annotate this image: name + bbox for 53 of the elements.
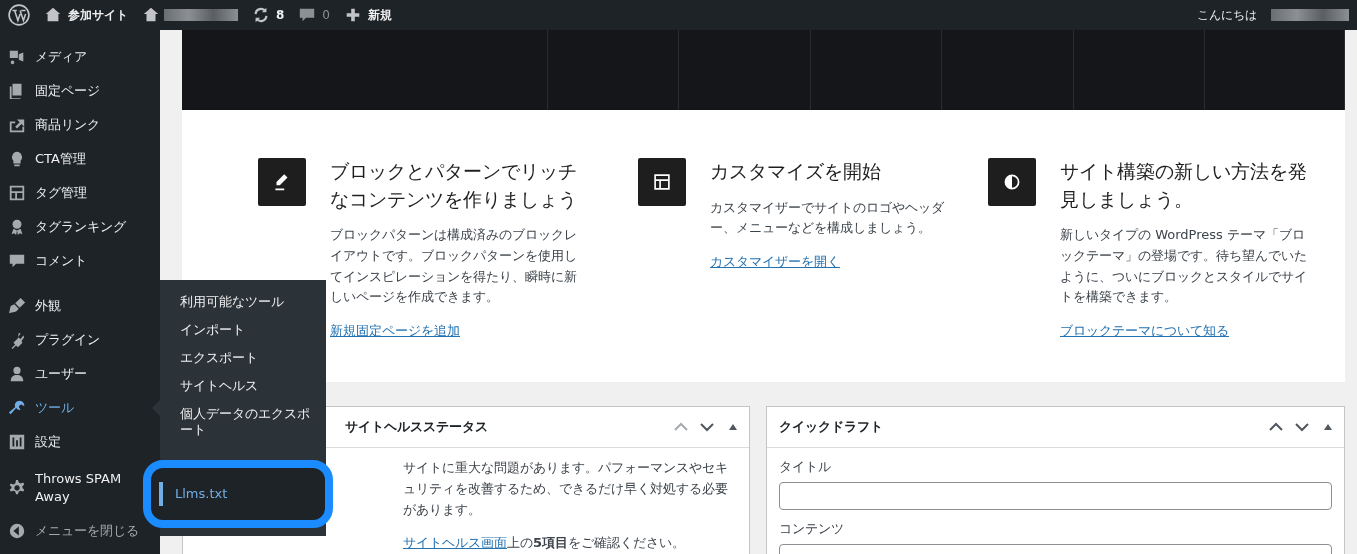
sidebar-menu-item[interactable]: ユーザー bbox=[0, 357, 160, 391]
sliders-icon bbox=[8, 433, 26, 451]
panel-title: クイックドラフト bbox=[779, 418, 883, 437]
card-heading: ブロックとパターンでリッチなコンテンツを作りましょう bbox=[330, 159, 578, 212]
sidebar-menu-item[interactable]: メディア bbox=[0, 40, 160, 74]
panel-title: サイトヘルスステータス bbox=[345, 418, 488, 437]
sidebar-menu-item[interactable]: 固定ページ bbox=[0, 74, 160, 108]
site-health-detail: サイトヘルス画面上の5項目をご確認ください。 bbox=[403, 533, 687, 552]
plus-icon bbox=[344, 6, 362, 24]
field-label: タイトル bbox=[779, 458, 832, 477]
submenu-item[interactable]: Llms.txt bbox=[143, 460, 333, 528]
refresh-icon bbox=[252, 6, 270, 24]
card-description: カスタマイザーでサイトのロゴやヘッダー、メニューなどを構成しましょう。 bbox=[710, 198, 945, 238]
comments-link[interactable]: 0 bbox=[298, 6, 330, 24]
field-label: コンテンツ bbox=[779, 520, 845, 539]
card-description: 新しいタイプの WordPress テーマ「ブロックテーマ」の登場です。待ち望んでいたように、ついにブロックとスタイルでサイトを構築できます。 bbox=[1060, 226, 1308, 307]
card-description: ブロックパターンは構成済みのブロックレイアウトです。ブロックパターンを使用してインスピレーションを得たり、瞬時に新しいページを作成できます。 bbox=[330, 226, 578, 307]
wrench-icon bbox=[8, 399, 26, 417]
submenu-item[interactable]: 個人データのエクスポート bbox=[160, 400, 326, 444]
site-health-message: サイトに重大な問題があります。パフォーマンスやセキュリティを改善するため、できるだけ早く対処する必要があります。 bbox=[403, 459, 729, 519]
new-content-link[interactable]: 新規 bbox=[344, 6, 392, 24]
submenu-item[interactable]: 利用可能なツール bbox=[160, 288, 326, 316]
sidebar-menu-item[interactable]: タグ管理 bbox=[0, 176, 160, 210]
updates-link[interactable]: 8 bbox=[252, 6, 285, 24]
submenu-item[interactable]: サイトヘルス bbox=[160, 372, 326, 400]
greeting-text: こんにちは bbox=[1197, 6, 1257, 24]
layout-icon bbox=[8, 184, 26, 202]
card-heading: カスタマイズを開始 bbox=[710, 159, 882, 184]
my-sites-link[interactable]: 参加サイト bbox=[44, 6, 128, 24]
sidebar-menu-item[interactable]: プラグイン bbox=[0, 323, 160, 357]
submenu-item[interactable]: エクスポート bbox=[160, 344, 326, 372]
card-heading: サイト構築の新しい方法を発見しましょう。 bbox=[1060, 159, 1308, 212]
card-link[interactable]: 新規固定ページを追加 bbox=[330, 323, 460, 339]
site-health-link[interactable]: サイトヘルス画面 bbox=[403, 534, 507, 550]
layout-icon bbox=[638, 158, 686, 206]
gear-icon bbox=[8, 479, 26, 497]
title-input-field[interactable] bbox=[779, 482, 1332, 511]
sidebar-menu-item[interactable]: CTA管理 bbox=[0, 142, 160, 176]
home-icon[interactable] bbox=[142, 6, 160, 24]
sidebar-menu-item[interactable]: コメント bbox=[0, 244, 160, 278]
sidebar-menu-item[interactable]: タグランキング bbox=[0, 210, 160, 244]
sidebar-menu-item[interactable]: 外観 bbox=[0, 289, 160, 323]
card-link[interactable]: ブロックテーマについて知る bbox=[1060, 323, 1229, 339]
contrast-icon bbox=[988, 158, 1036, 206]
sidebar-menu-item[interactable]: 設定 bbox=[0, 425, 160, 459]
submenu-item[interactable]: インポート bbox=[160, 316, 326, 344]
paintbrush-icon bbox=[8, 297, 26, 315]
media-icon bbox=[8, 48, 26, 66]
wordpress-logo-icon[interactable] bbox=[8, 4, 30, 26]
card-link[interactable]: カスタマイザーを開く bbox=[710, 254, 840, 270]
user-icon bbox=[8, 365, 26, 383]
pencil-icon bbox=[258, 158, 306, 206]
sidebar-menu-item[interactable]: 商品リンク bbox=[0, 108, 160, 142]
